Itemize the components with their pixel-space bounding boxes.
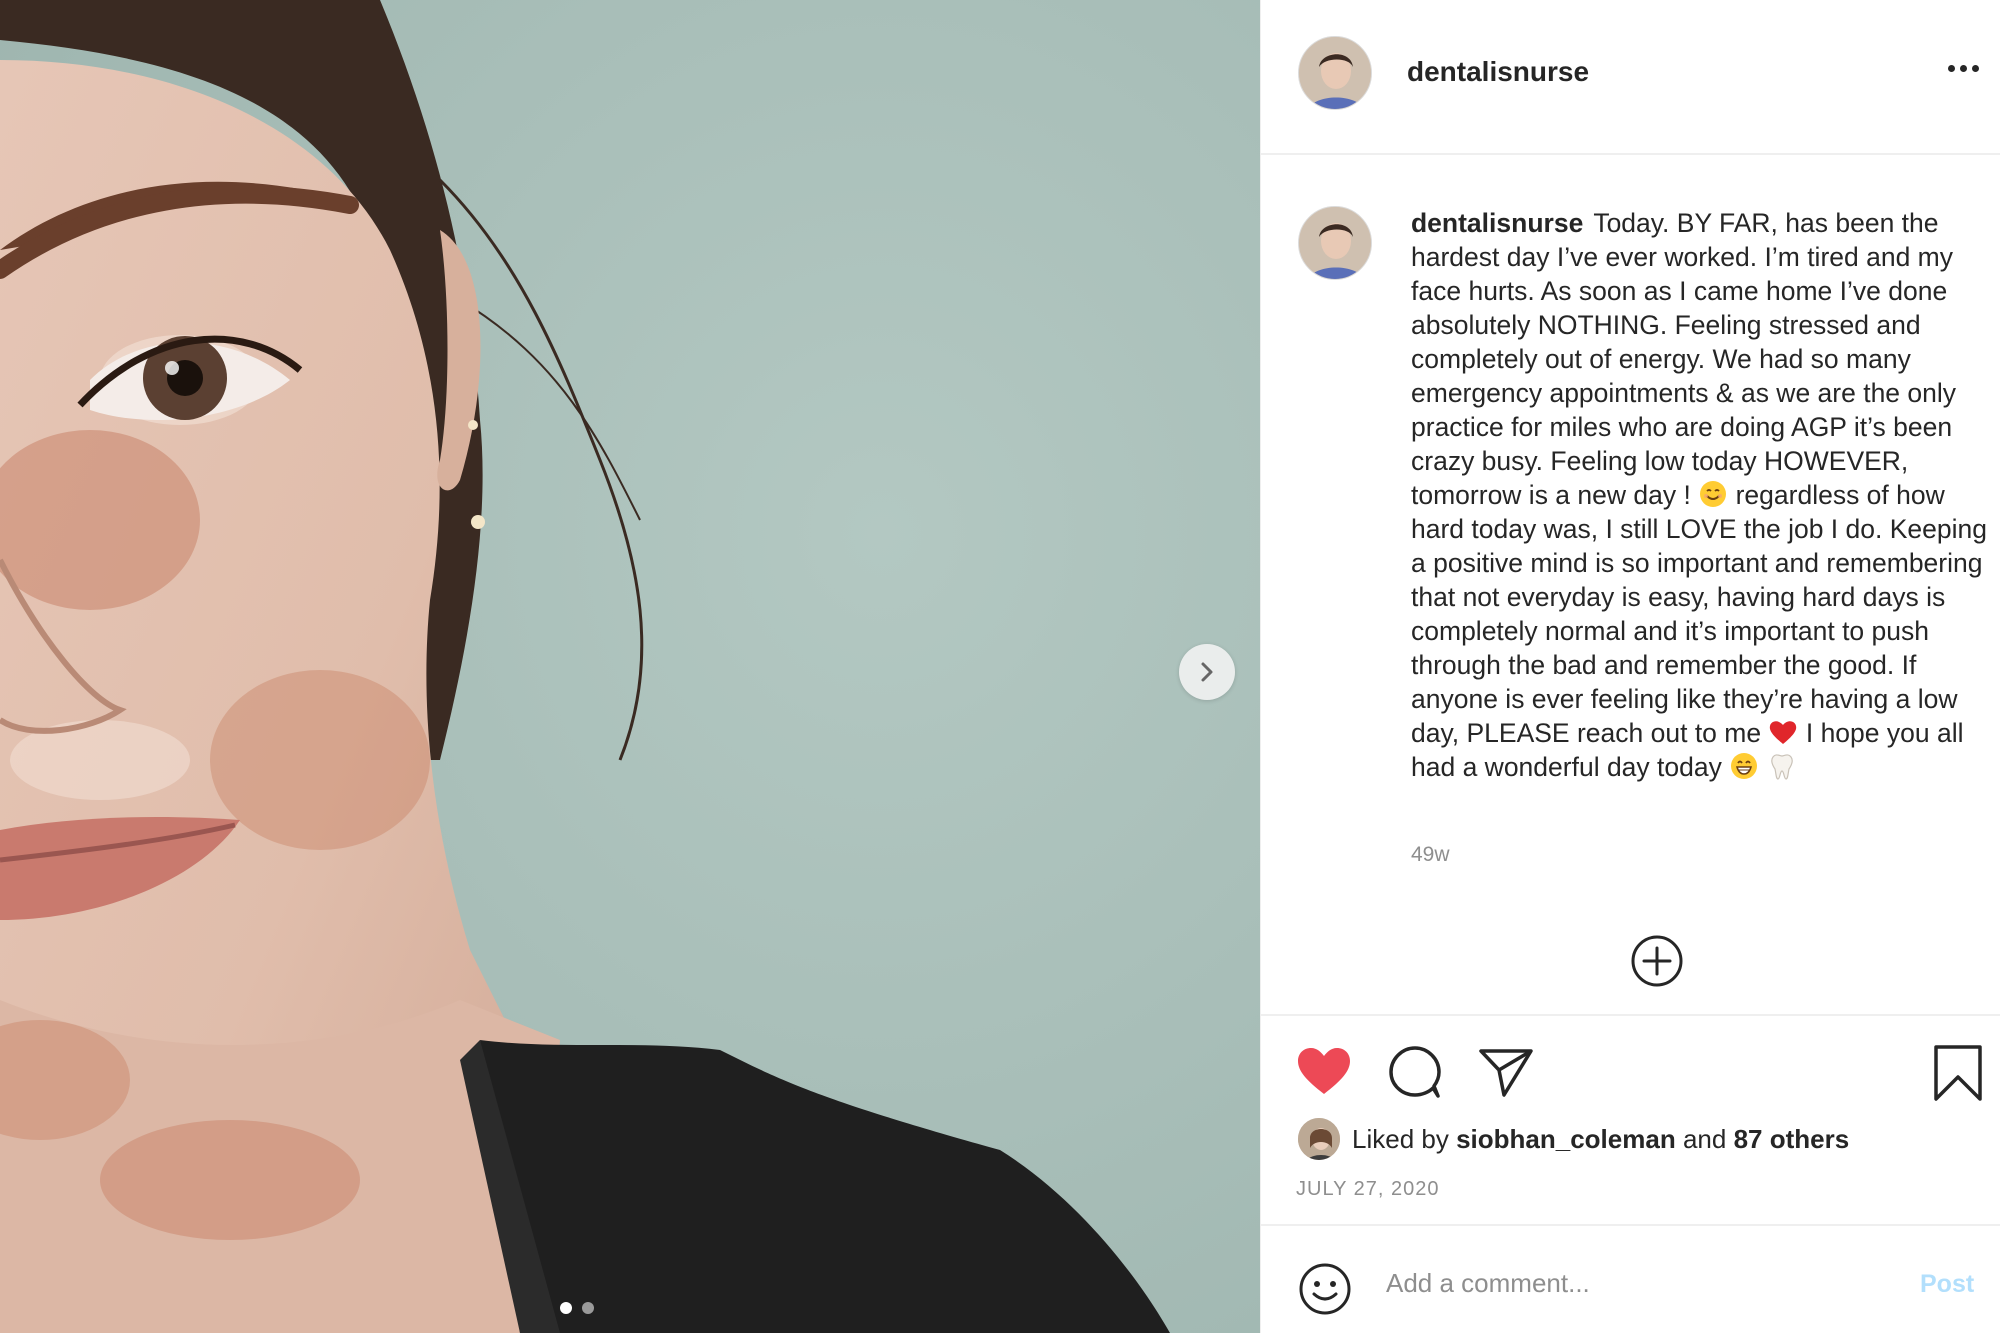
grinning-face-emoji-icon xyxy=(1731,753,1758,779)
likes-summary: Liked by siobhan_coleman and 87 others xyxy=(1296,1116,1849,1162)
caption-text: dentalisnurse Today. BY FAR, has been the… xyxy=(1411,206,1991,784)
heart-filled-icon[interactable] xyxy=(1296,1046,1352,1096)
post-comment-button[interactable]: Post xyxy=(1920,1270,1974,1299)
likes-prefix: Liked by xyxy=(1352,1123,1449,1154)
post-header: dentalisnurse xyxy=(1261,0,2000,155)
post-date[interactable]: JULY 27, 2020 xyxy=(1296,1178,1439,1201)
next-slide-button[interactable] xyxy=(1179,644,1235,700)
post-username[interactable]: dentalisnurse xyxy=(1407,56,1589,88)
likes-and: and xyxy=(1682,1123,1727,1154)
avatar-image xyxy=(1299,37,1371,109)
caption-part-2: regardless of how hard today was, I stil… xyxy=(1411,480,1987,748)
more-options-button[interactable] xyxy=(1944,61,1983,76)
avatar[interactable] xyxy=(1298,36,1372,110)
bookmark-icon[interactable] xyxy=(1932,1044,1984,1102)
liked-by-username[interactable]: siobhan_coleman xyxy=(1456,1124,1676,1155)
comment-bar: Post xyxy=(1260,1224,2000,1333)
plus-circle-icon[interactable] xyxy=(1630,934,1684,988)
caption-avatar[interactable] xyxy=(1298,206,1372,280)
selfie-image xyxy=(0,0,1260,1333)
smiley-face-icon[interactable] xyxy=(1297,1261,1353,1317)
carousel-dots xyxy=(560,1302,594,1314)
liker-avatar[interactable] xyxy=(1296,1116,1342,1162)
comment-bubble-icon[interactable] xyxy=(1387,1044,1443,1100)
carousel-dot-active xyxy=(560,1302,572,1314)
smiling-face-emoji-icon xyxy=(1700,481,1727,507)
comment-input[interactable] xyxy=(1386,1258,1906,1308)
chevron-right-icon xyxy=(1201,662,1213,682)
post-actions: Liked by siobhan_coleman and 87 others J… xyxy=(1260,1014,2000,1224)
post-photo[interactable] xyxy=(0,0,1260,1333)
carousel-dot xyxy=(582,1302,594,1314)
tooth-emoji-icon xyxy=(1770,754,1793,780)
paper-plane-icon[interactable] xyxy=(1478,1046,1534,1098)
time-ago[interactable]: 49w xyxy=(1411,843,1450,867)
avatar-image xyxy=(1299,207,1371,279)
caption-username[interactable]: dentalisnurse xyxy=(1411,208,1583,238)
liker-avatar-image xyxy=(1298,1118,1340,1160)
likes-others-count[interactable]: 87 others xyxy=(1734,1124,1850,1155)
red-heart-emoji-icon xyxy=(1770,721,1797,744)
caption-part-1: Today. BY FAR, has been the hardest day … xyxy=(1411,208,1957,510)
more-horizontal-icon xyxy=(1948,65,1955,72)
